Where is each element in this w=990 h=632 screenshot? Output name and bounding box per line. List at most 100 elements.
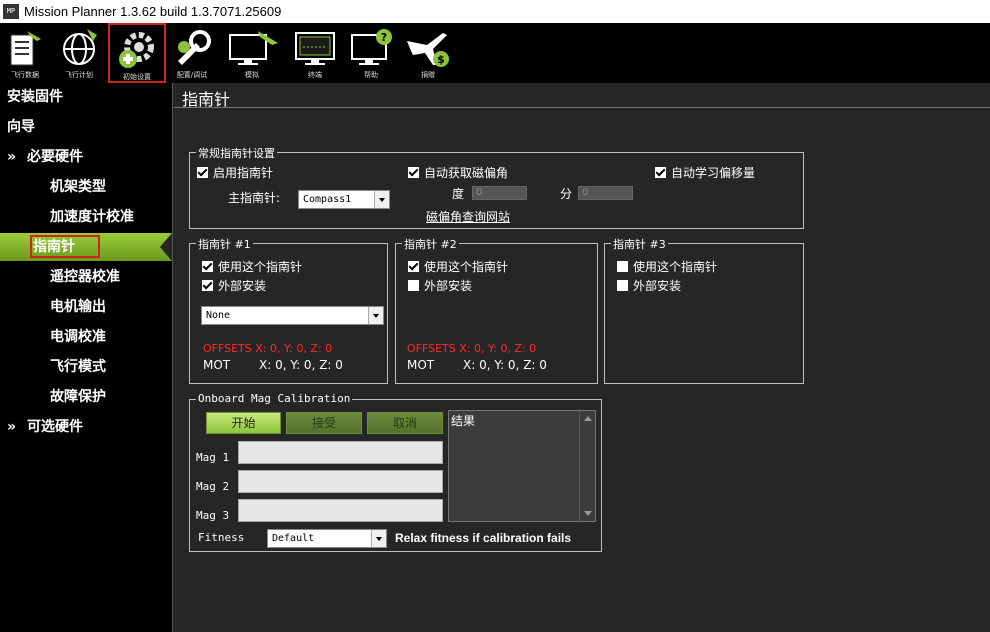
primary-compass-label: 主指南针:: [228, 191, 281, 205]
toolbar-label: 模拟: [245, 71, 259, 79]
auto-declination-checkbox[interactable]: 自动获取磁偏角: [408, 166, 508, 180]
toolbar-label: 终端: [308, 71, 322, 79]
group-title: 指南针 #2: [402, 236, 459, 252]
select-value: Compass1: [303, 194, 352, 205]
start-calibration-button[interactable]: 开始: [206, 412, 281, 434]
sidebar-item-frame-type[interactable]: 机架类型: [0, 173, 172, 201]
toolbar-label: 初始设置: [123, 73, 151, 81]
mag-3-label: Mag 3: [196, 509, 230, 522]
compass-1-external-checkbox[interactable]: 外部安装: [202, 279, 266, 293]
compass-3-external-checkbox[interactable]: 外部安装: [617, 279, 681, 293]
toolbar-flight-plan[interactable]: 飞行计划: [54, 23, 104, 83]
compass-2-mot-values: X: 0, Y: 0, Z: 0: [463, 358, 547, 372]
main-toolbar: 飞行数据 飞行计划 初始设置 配置/调试 模拟 终端 ? 帮助 $ 捐赠: [0, 23, 990, 83]
compass-3-group: 指南针 #3 使用这个指南针 外部安装: [604, 236, 804, 384]
declination-website-link[interactable]: 磁偏角查询网站: [426, 208, 510, 225]
sidebar: 安装固件 向导 » 必要硬件 机架类型 加速度计校准 指南针 遥控器校准 电机输出…: [0, 83, 172, 632]
help-icon: ?: [351, 29, 392, 65]
sidebar-item-label: 电调校准: [50, 329, 106, 345]
compass-1-orientation-select[interactable]: None: [201, 306, 384, 325]
sidebar-item-esc-calibration[interactable]: 电调校准: [0, 323, 172, 351]
relax-fitness-label: Relax fitness if calibration fails: [395, 531, 572, 545]
fitness-select[interactable]: Default: [267, 529, 387, 548]
results-textbox[interactable]: 结果: [448, 410, 596, 522]
title-bar: MP Mission Planner 1.3.62 build 1.3.7071…: [0, 0, 990, 23]
degrees-label: 度: [452, 187, 465, 201]
svg-text:?: ?: [381, 31, 387, 44]
toolbar-terminal[interactable]: 终端: [290, 23, 340, 83]
select-value: None: [206, 310, 231, 321]
mag-1-progress: [238, 441, 443, 464]
results-scrollbar[interactable]: [579, 411, 595, 521]
svg-text:$: $: [437, 53, 445, 66]
compass-1-group: 指南针 #1 使用这个指南针 外部安装 None OFFSETS X: 0, Y…: [189, 236, 388, 384]
accept-calibration-button[interactable]: 接受: [286, 412, 362, 434]
checkbox-label: 使用这个指南针: [218, 260, 303, 274]
minutes-label: 分: [560, 187, 573, 201]
donate-icon: $: [407, 33, 449, 67]
sidebar-item-label: 故障保护: [50, 389, 106, 405]
toolbar-config-tuning[interactable]: 配置/调试: [170, 23, 214, 83]
select-value: Default: [272, 533, 315, 544]
checkbox-label: 使用这个指南针: [424, 260, 509, 274]
toolbar-simulation[interactable]: 模拟: [222, 23, 282, 83]
sidebar-item-optional-hardware[interactable]: » 可选硬件: [0, 413, 172, 441]
checkbox-box: [202, 280, 213, 291]
primary-compass-select[interactable]: Compass1: [298, 190, 390, 209]
checkbox-box: [617, 280, 628, 291]
compass-3-use-checkbox[interactable]: 使用这个指南针: [617, 260, 717, 274]
group-title: 常规指南针设置: [196, 145, 277, 161]
chevron-down-icon: [371, 530, 386, 547]
sidebar-item-install-firmware[interactable]: 安装固件: [0, 83, 172, 111]
sidebar-item-wizard[interactable]: 向导: [0, 113, 172, 141]
gear-plus-icon: [119, 32, 154, 68]
sidebar-item-label: 安装固件: [7, 89, 63, 105]
fitness-label: Fitness: [198, 531, 245, 544]
mag-1-label: Mag 1: [196, 451, 230, 464]
cancel-calibration-button[interactable]: 取消: [367, 412, 443, 434]
sidebar-item-radio-calibration[interactable]: 遥控器校准: [0, 263, 172, 291]
toolbar-donate[interactable]: $ 捐赠: [402, 23, 454, 83]
sidebar-item-motor-test[interactable]: 电机输出: [0, 293, 172, 321]
toolbar-help[interactable]: ? 帮助: [346, 23, 396, 83]
enable-compass-checkbox[interactable]: 启用指南针: [197, 166, 273, 180]
minutes-input[interactable]: 0: [578, 186, 633, 200]
sidebar-item-label: 可选硬件: [27, 419, 83, 435]
toolbar-flight-data[interactable]: 飞行数据: [0, 23, 50, 83]
compass-2-external-checkbox[interactable]: 外部安装: [408, 279, 472, 293]
mag-2-progress: [238, 470, 443, 493]
auto-learn-offsets-checkbox[interactable]: 自动学习偏移量: [655, 166, 755, 180]
compass-2-group: 指南针 #2 使用这个指南针 外部安装 OFFSETS X: 0, Y: 0, …: [395, 236, 598, 384]
compass-2-use-checkbox[interactable]: 使用这个指南针: [408, 260, 508, 274]
checkbox-box: [617, 261, 628, 272]
degrees-input[interactable]: 0: [472, 186, 527, 200]
sidebar-item-flight-modes[interactable]: 飞行模式: [0, 353, 172, 381]
general-settings-group: 常规指南针设置 启用指南针 自动获取磁偏角 自动学习偏移量 主指南针: Comp…: [189, 145, 804, 229]
chevron-down-icon: [368, 307, 383, 324]
checkbox-label: 启用指南针: [213, 166, 274, 180]
sidebar-item-accel-calibration[interactable]: 加速度计校准: [0, 203, 172, 231]
checkbox-label: 外部安装: [633, 279, 682, 293]
scroll-down-icon[interactable]: [584, 511, 592, 516]
globe-icon: [63, 29, 97, 65]
checkbox-label: 自动获取磁偏角: [424, 166, 509, 180]
toolbar-label: 配置/调试: [176, 71, 208, 79]
sidebar-item-label: 向导: [7, 119, 35, 135]
group-title: 指南针 #3: [611, 236, 668, 252]
toolbar-label: 飞行数据: [11, 71, 39, 79]
compass-1-use-checkbox[interactable]: 使用这个指南针: [202, 260, 302, 274]
toolbar-label: 飞行计划: [65, 71, 93, 79]
toolbar-initial-setup[interactable]: 初始设置: [108, 23, 166, 83]
mag-3-progress: [238, 499, 443, 522]
group-title: Onboard Mag Calibration: [196, 392, 353, 405]
checkbox-box: [197, 167, 208, 178]
sidebar-item-compass[interactable]: 指南针: [0, 233, 172, 261]
sidebar-item-failsafe[interactable]: 故障保护: [0, 383, 172, 411]
chevron-double-right-icon: »: [7, 149, 17, 165]
checkbox-label: 外部安装: [424, 279, 473, 293]
scroll-up-icon[interactable]: [584, 416, 592, 421]
sidebar-item-label: 电机输出: [50, 299, 106, 315]
title-divider: [174, 107, 990, 108]
checkbox-box: [408, 261, 419, 272]
sidebar-item-mandatory-hardware[interactable]: » 必要硬件: [0, 143, 172, 171]
